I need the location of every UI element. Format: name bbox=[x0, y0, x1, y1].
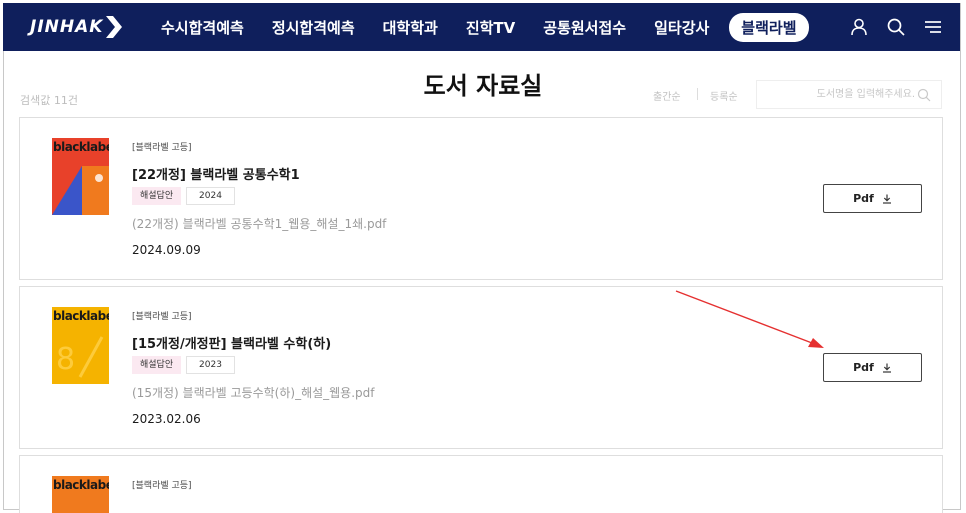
file-name: (15개정) 블랙라벨 고등수학(하)_해설_웹용.pdf bbox=[132, 386, 375, 400]
nav-item-university[interactable]: 대학학과 bbox=[383, 17, 438, 38]
book-card: blacklabel [블랙라벨 고등] [22개정] 블랙라벨 공통수학1 해… bbox=[19, 117, 943, 280]
menu-icon[interactable] bbox=[923, 17, 943, 37]
publish-date: 2023.02.06 bbox=[132, 412, 201, 426]
logo-chevron-icon bbox=[106, 16, 123, 38]
pdf-button-label: Pdf bbox=[853, 192, 874, 205]
badge-type: 해설답안 bbox=[132, 356, 182, 374]
nav-item-blacklabel[interactable]: 블랙라벨 bbox=[729, 12, 809, 42]
book-search-input[interactable] bbox=[765, 81, 915, 108]
pdf-button-label: Pdf bbox=[853, 361, 874, 374]
download-icon bbox=[882, 194, 891, 204]
top-navigation-bar: JINHAK 수시합격예측 정시합격예측 대학학과 진학TV 공통원서접수 일타… bbox=[3, 3, 960, 51]
download-icon bbox=[882, 363, 891, 373]
search-icon[interactable] bbox=[917, 88, 931, 102]
cover-brand-text: blacklabel bbox=[53, 478, 109, 492]
book-cover-image[interactable]: 8 blacklabel bbox=[52, 307, 109, 384]
nav-item-star-teacher[interactable]: 일타강사 bbox=[654, 17, 709, 38]
cover-brand-text: blacklabel bbox=[53, 309, 109, 323]
result-count: 검색값 11건 bbox=[20, 94, 78, 107]
nav-item-common-application[interactable]: 공통원서접수 bbox=[543, 17, 626, 38]
cover-brand-text: blacklabel bbox=[53, 140, 109, 154]
book-category: [블랙라벨 고등] bbox=[132, 481, 192, 491]
book-title: [22개정] 블랙라벨 공통수학1 bbox=[132, 168, 300, 183]
publish-date: 2024.09.09 bbox=[132, 243, 201, 257]
sort-by-registered[interactable]: 등록순 bbox=[710, 88, 738, 103]
sort-by-publish[interactable]: 출간순 bbox=[653, 88, 681, 103]
file-name: (22개정) 블랙라벨 공통수학1_웹용_해설_1쇄.pdf bbox=[132, 217, 387, 231]
nav-item-jinhak-tv[interactable]: 진학TV bbox=[466, 17, 515, 38]
search-icon[interactable] bbox=[886, 17, 906, 37]
book-search-box bbox=[756, 80, 942, 109]
book-cover-image[interactable]: blacklabel bbox=[52, 476, 109, 513]
nav-item-susi[interactable]: 수시합격예측 bbox=[161, 17, 244, 38]
book-title: [15개정/개정판] 블랙라벨 수학(하) bbox=[132, 337, 332, 352]
nav-item-jeongsi[interactable]: 정시합격예측 bbox=[272, 17, 355, 38]
jinhak-logo[interactable]: JINHAK bbox=[30, 14, 123, 40]
book-card: blacklabel [블랙라벨 고등] bbox=[19, 455, 943, 513]
pdf-download-button[interactable]: Pdf bbox=[823, 353, 922, 382]
user-icon[interactable] bbox=[849, 17, 869, 37]
logo-text: JINHAK bbox=[30, 17, 104, 37]
book-category: [블랙라벨 고등] bbox=[132, 312, 192, 322]
badge-year: 2023 bbox=[186, 356, 235, 374]
book-category: [블랙라벨 고등] bbox=[132, 143, 192, 153]
svg-text:8: 8 bbox=[56, 342, 75, 377]
pdf-download-button[interactable]: Pdf bbox=[823, 184, 922, 213]
book-cover-image[interactable]: blacklabel bbox=[52, 138, 109, 215]
badge-type: 해설답안 bbox=[132, 187, 182, 205]
badge-year: 2024 bbox=[186, 187, 235, 205]
main-nav: 수시합격예측 정시합격예측 대학학과 진학TV 공통원서접수 일타강사 블랙라벨 bbox=[161, 3, 809, 51]
sort-divider bbox=[697, 88, 698, 100]
book-card: 8 blacklabel [블랙라벨 고등] [15개정/개정판] 블랙라벨 수… bbox=[19, 286, 943, 449]
